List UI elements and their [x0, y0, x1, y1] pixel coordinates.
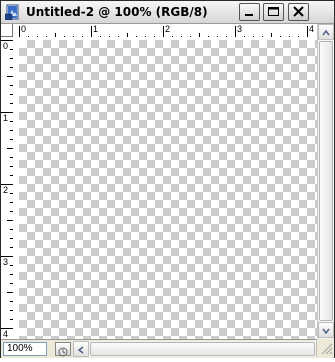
ruler-left-label-4: 4 — [3, 329, 9, 339]
window-title: Untitled-2 @ 100% (RGB/8) — [26, 5, 208, 19]
close-icon — [293, 6, 304, 17]
ruler-top-label-0: 0 — [21, 24, 27, 34]
close-button[interactable] — [288, 3, 309, 21]
ruler-top-label-4: 4 — [309, 24, 315, 34]
chevron-down-icon — [322, 328, 330, 335]
title-bar[interactable]: Untitled-2 @ 100% (RGB/8) — [1, 1, 334, 24]
chevron-up-icon — [322, 29, 330, 36]
ruler-top-label-3: 3 — [237, 24, 243, 34]
ruler-left-label-3: 3 — [3, 257, 9, 267]
maximize-button[interactable] — [263, 3, 284, 21]
status-bar: 100% — [1, 339, 334, 358]
vertical-scrollbar[interactable] — [317, 24, 334, 339]
photoshop-document-icon — [4, 4, 21, 21]
ruler-origin[interactable] — [1, 24, 13, 37]
ruler-left-label-0: 0 — [3, 41, 9, 51]
chevron-left-icon — [77, 346, 84, 354]
ruler-left-label-2: 2 — [3, 185, 9, 195]
scroll-left-button[interactable] — [73, 341, 89, 357]
minimize-icon — [245, 14, 253, 16]
vertical-scroll-thumb[interactable] — [319, 41, 333, 321]
status-info-icon — [58, 347, 68, 357]
horizontal-scrollbar[interactable] — [73, 341, 332, 357]
maximize-icon — [268, 7, 279, 16]
ruler-top-label-1: 1 — [93, 24, 99, 34]
resize-grip[interactable] — [317, 339, 334, 357]
ruler-top-label-2: 2 — [165, 24, 171, 34]
resize-grip-icon — [321, 343, 333, 355]
status-menu-button[interactable] — [55, 342, 71, 357]
ruler-left-label-1: 1 — [3, 113, 9, 123]
scroll-up-button[interactable] — [318, 24, 334, 40]
horizontal-scroll-thumb[interactable] — [90, 342, 315, 356]
horizontal-ruler[interactable]: 0 1 2 3 4 — [13, 24, 317, 38]
zoom-level-field[interactable]: 100% — [3, 342, 47, 356]
document-window: Untitled-2 @ 100% (RGB/8) 0 1 2 3 4 0 1 … — [0, 0, 335, 358]
minimize-button[interactable] — [239, 3, 260, 21]
transparent-canvas[interactable] — [19, 40, 317, 339]
scroll-down-button[interactable] — [318, 322, 334, 338]
